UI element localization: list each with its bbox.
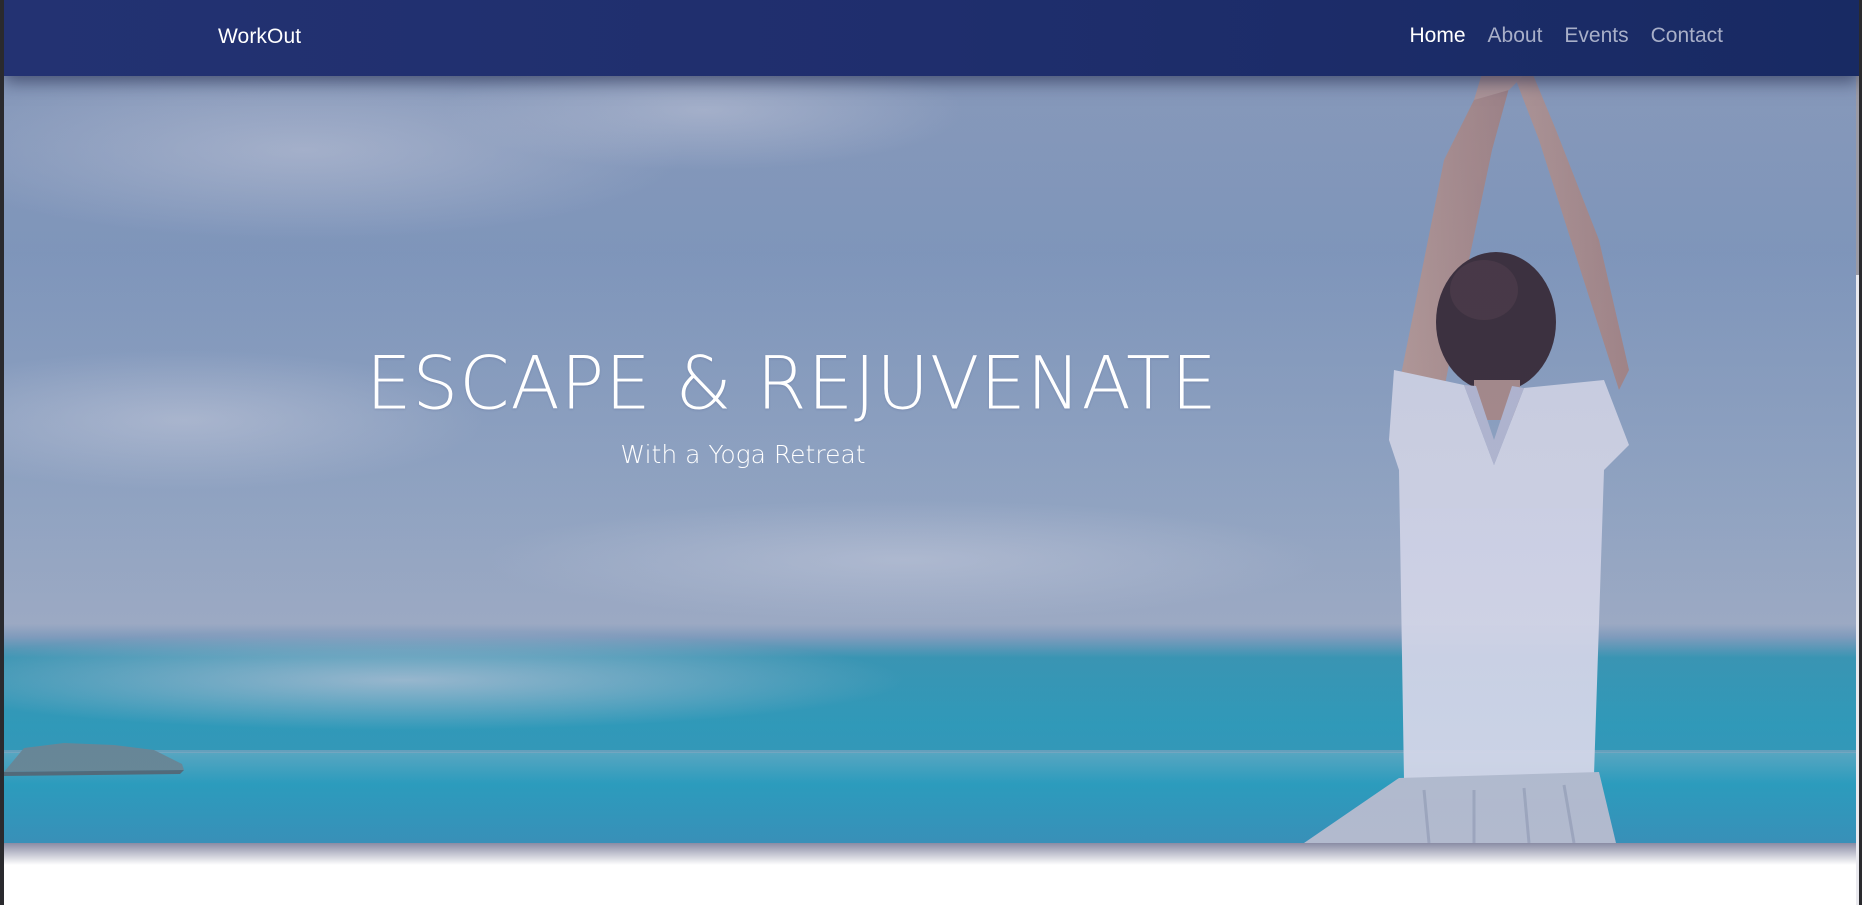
browser-viewport: ESCAPE & REJUVENATE With a Yoga Retreat … <box>4 0 1859 905</box>
brand-logo-link[interactable]: WorkOut <box>218 25 301 49</box>
top-navbar: WorkOut Home About Events Contact <box>4 0 1859 76</box>
vertical-scrollbar[interactable] <box>1856 0 1859 905</box>
hero-section: ESCAPE & REJUVENATE With a Yoga Retreat <box>4 0 1859 843</box>
hero-title: ESCAPE & REJUVENATE <box>366 340 1218 426</box>
hero-subtitle: With a Yoga Retreat <box>620 440 866 469</box>
nav-link-home[interactable]: Home <box>1410 24 1466 48</box>
hero-bottom-shadow <box>4 843 1859 865</box>
nav-links: Home About Events Contact <box>1410 24 1724 48</box>
nav-link-events[interactable]: Events <box>1564 24 1628 48</box>
nav-link-contact[interactable]: Contact <box>1651 24 1723 48</box>
nav-link-about[interactable]: About <box>1488 24 1543 48</box>
